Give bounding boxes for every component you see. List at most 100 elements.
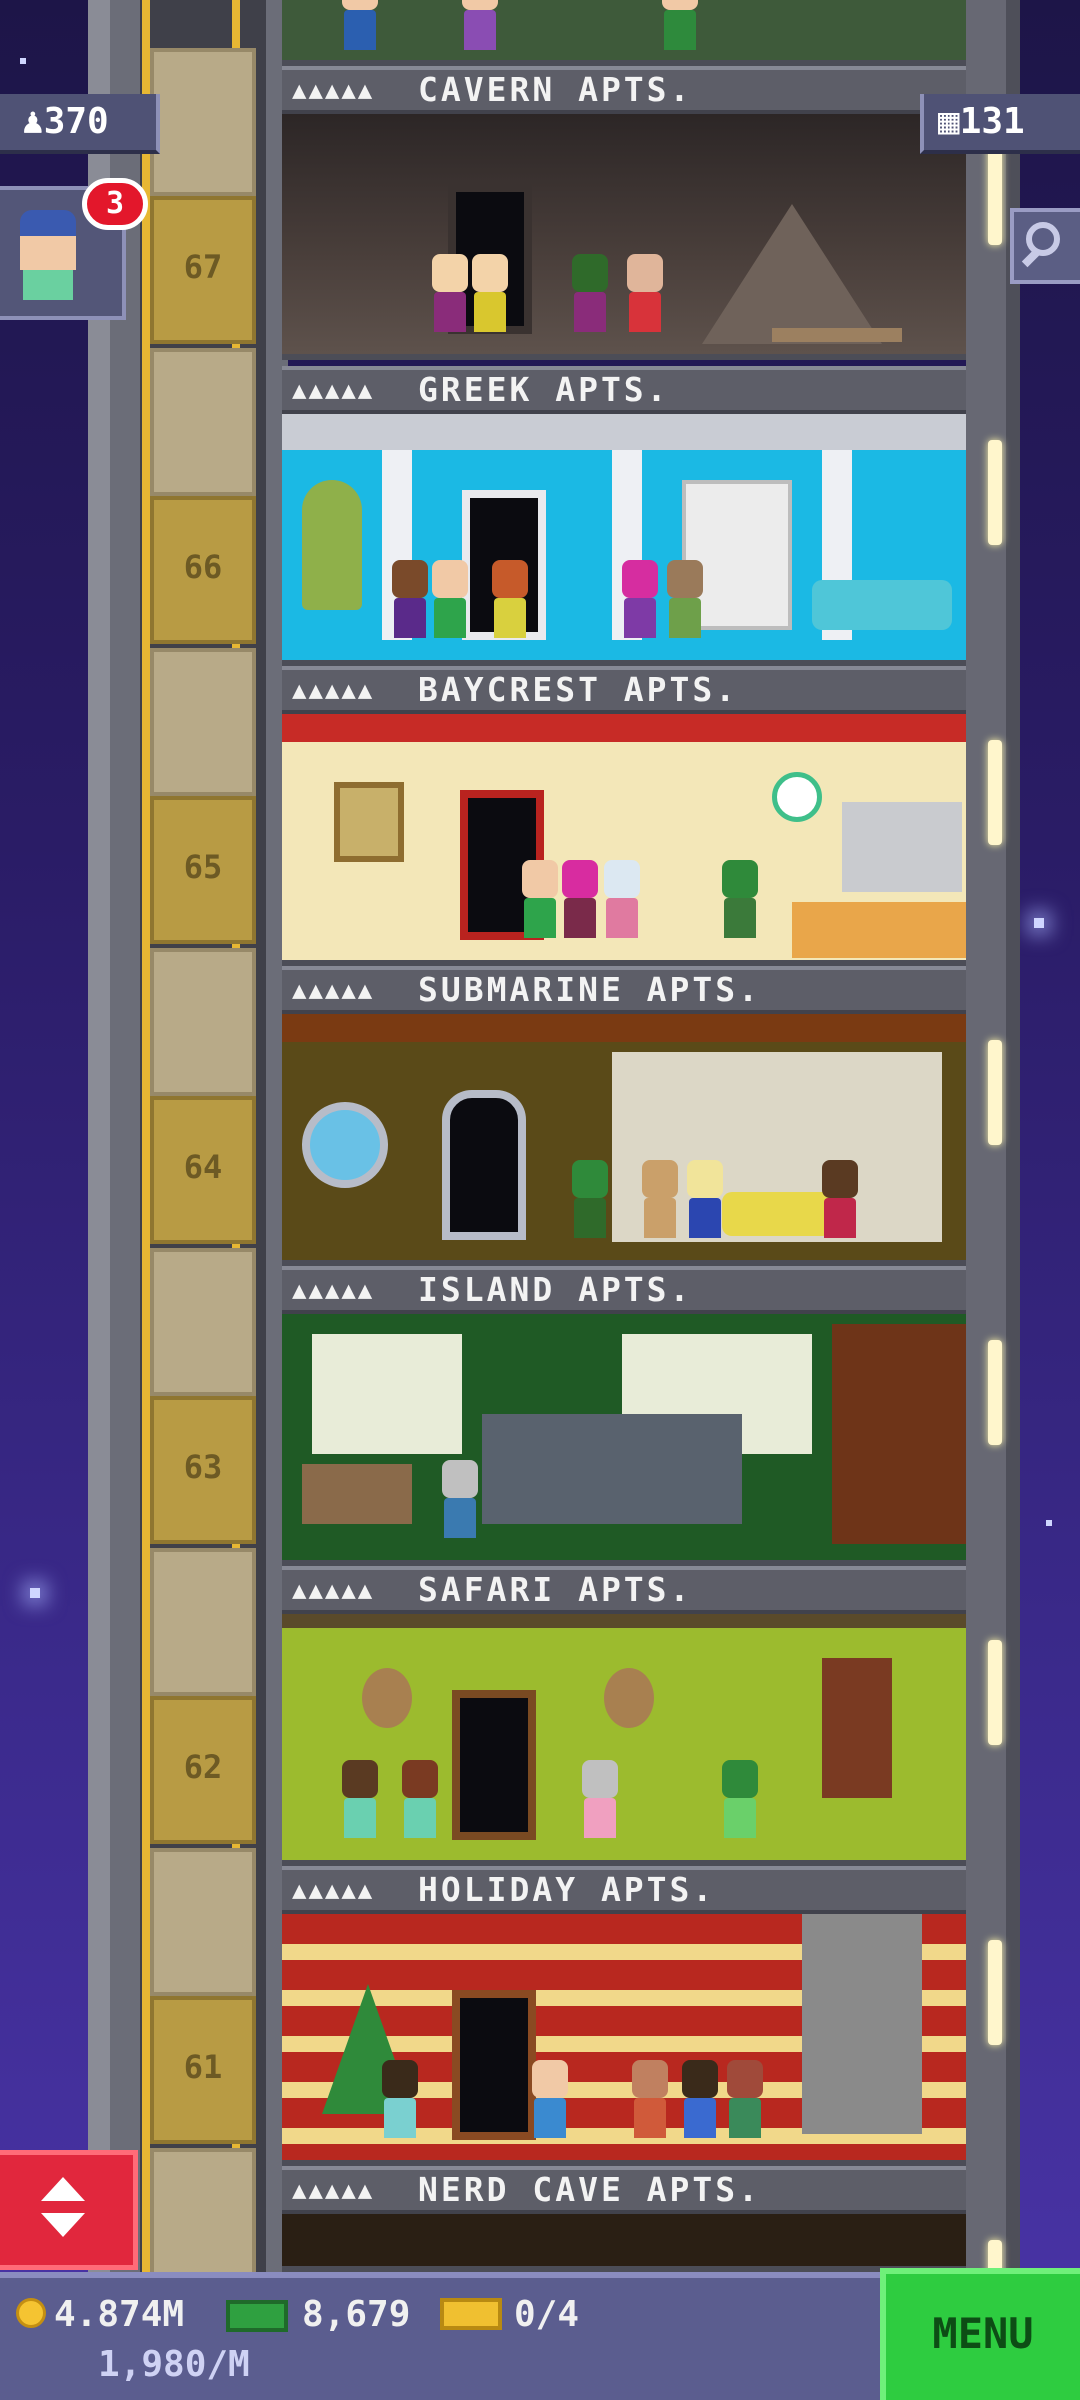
floor-number: 66 [183, 548, 223, 586]
bux-cash-icon [226, 2300, 288, 2332]
plant [302, 480, 362, 610]
elevator-shaft-wall [150, 948, 256, 1096]
wood-wall [832, 1324, 966, 1544]
resident[interactable] [432, 560, 468, 642]
mask [362, 1668, 412, 1728]
elevator-shaft-wall [150, 1248, 256, 1396]
floor-stars: ▲▲▲▲▲ [292, 1876, 375, 1904]
floor-name: CAVERN APTS. [418, 70, 693, 109]
resident[interactable] [632, 2060, 668, 2142]
room-island[interactable] [282, 1314, 966, 1566]
room-top-partial[interactable] [282, 0, 966, 66]
floor-label-submarine: ▲▲▲▲▲ SUBMARINE APTS. [282, 966, 966, 1014]
sofa [722, 1192, 832, 1236]
room-safari[interactable] [282, 1614, 966, 1866]
floor-stars: ▲▲▲▲▲ [292, 676, 375, 704]
sky-star [1046, 1520, 1052, 1526]
resident[interactable] [627, 254, 663, 336]
elevator-shaft-wall [150, 1548, 256, 1696]
bench [772, 328, 902, 342]
resident[interactable] [432, 254, 468, 336]
resident[interactable] [342, 1760, 378, 1842]
resident[interactable] [622, 560, 658, 642]
cave-rock [702, 204, 882, 344]
clock [772, 772, 822, 822]
building-icon: ▦ [938, 101, 960, 142]
resident[interactable] [392, 560, 428, 642]
resident[interactable] [532, 2060, 568, 2142]
floors-counter[interactable]: ▦131 [920, 94, 1080, 154]
room-holiday[interactable] [282, 1914, 966, 2166]
tower-window-light [988, 1940, 1002, 2045]
tickets-value: 0/4 [514, 2294, 580, 2335]
tower-window-light [988, 140, 1002, 245]
mask [604, 1668, 654, 1728]
tower-window-light [988, 1640, 1002, 1745]
resident[interactable] [472, 254, 508, 336]
resident[interactable] [667, 560, 703, 642]
ticket-icon [440, 2298, 502, 2330]
resident[interactable] [687, 1160, 723, 1242]
resident[interactable] [662, 0, 698, 54]
population-counter[interactable]: ♟370 [0, 94, 160, 154]
resident[interactable] [382, 2060, 418, 2142]
floor-number: 61 [183, 2048, 223, 2086]
floor-number: 62 [183, 1748, 223, 1786]
porthole [302, 1102, 388, 1188]
bux-value: 8,679 [302, 2294, 411, 2335]
sky-star [30, 1588, 40, 1598]
floor-label-nerd-cave: ▲▲▲▲▲ NERD CAVE APTS. [282, 2166, 966, 2214]
resident[interactable] [572, 1160, 608, 1242]
floor-stars: ▲▲▲▲▲ [292, 2176, 375, 2204]
resident[interactable] [582, 1760, 618, 1842]
sky-star [1034, 918, 1044, 928]
search-button[interactable] [1010, 208, 1080, 284]
magnifier-handle [1021, 248, 1041, 268]
resident[interactable] [572, 254, 608, 336]
elevator-shaft-wall [150, 1848, 256, 1996]
resident[interactable] [722, 860, 758, 942]
floor-label-baycrest: ▲▲▲▲▲ BAYCREST APTS. [282, 666, 966, 714]
room-greek[interactable] [282, 414, 966, 666]
resident[interactable] [604, 860, 640, 942]
visitor-avatar-icon [20, 210, 76, 300]
resident[interactable] [492, 560, 528, 642]
resident[interactable] [442, 1460, 478, 1542]
elevator-button[interactable] [0, 2150, 138, 2270]
room-door [452, 1690, 536, 1840]
fireplace [802, 1914, 922, 2134]
tower-window-light [988, 740, 1002, 845]
resident[interactable] [822, 1160, 858, 1242]
resident[interactable] [462, 0, 498, 54]
resident[interactable] [682, 2060, 718, 2142]
picture-frame [334, 782, 404, 862]
resident[interactable] [727, 2060, 763, 2142]
elevator-shaft-wall [150, 348, 256, 496]
resident[interactable] [402, 1760, 438, 1842]
table [482, 1414, 742, 1524]
up-down-arrows-icon [38, 2177, 88, 2247]
room-nerd-cave[interactable] [282, 2214, 966, 2272]
floor-stars: ▲▲▲▲▲ [292, 1276, 375, 1304]
resident[interactable] [722, 1760, 758, 1842]
floor-stars: ▲▲▲▲▲ [292, 976, 375, 1004]
room-submarine[interactable] [282, 1014, 966, 1266]
room-cavern[interactable] [282, 114, 966, 360]
room-baycrest[interactable] [282, 714, 966, 966]
floor-number: 65 [183, 848, 223, 886]
room-door [452, 1990, 536, 2140]
floors-value: 131 [959, 101, 1025, 142]
elevator-shaft-wall [150, 648, 256, 796]
menu-button[interactable]: MENU [880, 2268, 1080, 2400]
resident[interactable] [642, 1160, 678, 1242]
resident[interactable] [342, 0, 378, 54]
elevator-rail [142, 0, 150, 2280]
floor-label-holiday: ▲▲▲▲▲ HOLIDAY APTS. [282, 1866, 966, 1914]
resident[interactable] [562, 860, 598, 942]
resident[interactable] [522, 860, 558, 942]
elevator-shaft-wall [150, 48, 256, 196]
tower-window-light [988, 440, 1002, 545]
tower-window-light [988, 1340, 1002, 1445]
floor-stars: ▲▲▲▲▲ [292, 1576, 375, 1604]
coin-icon [16, 2298, 46, 2328]
